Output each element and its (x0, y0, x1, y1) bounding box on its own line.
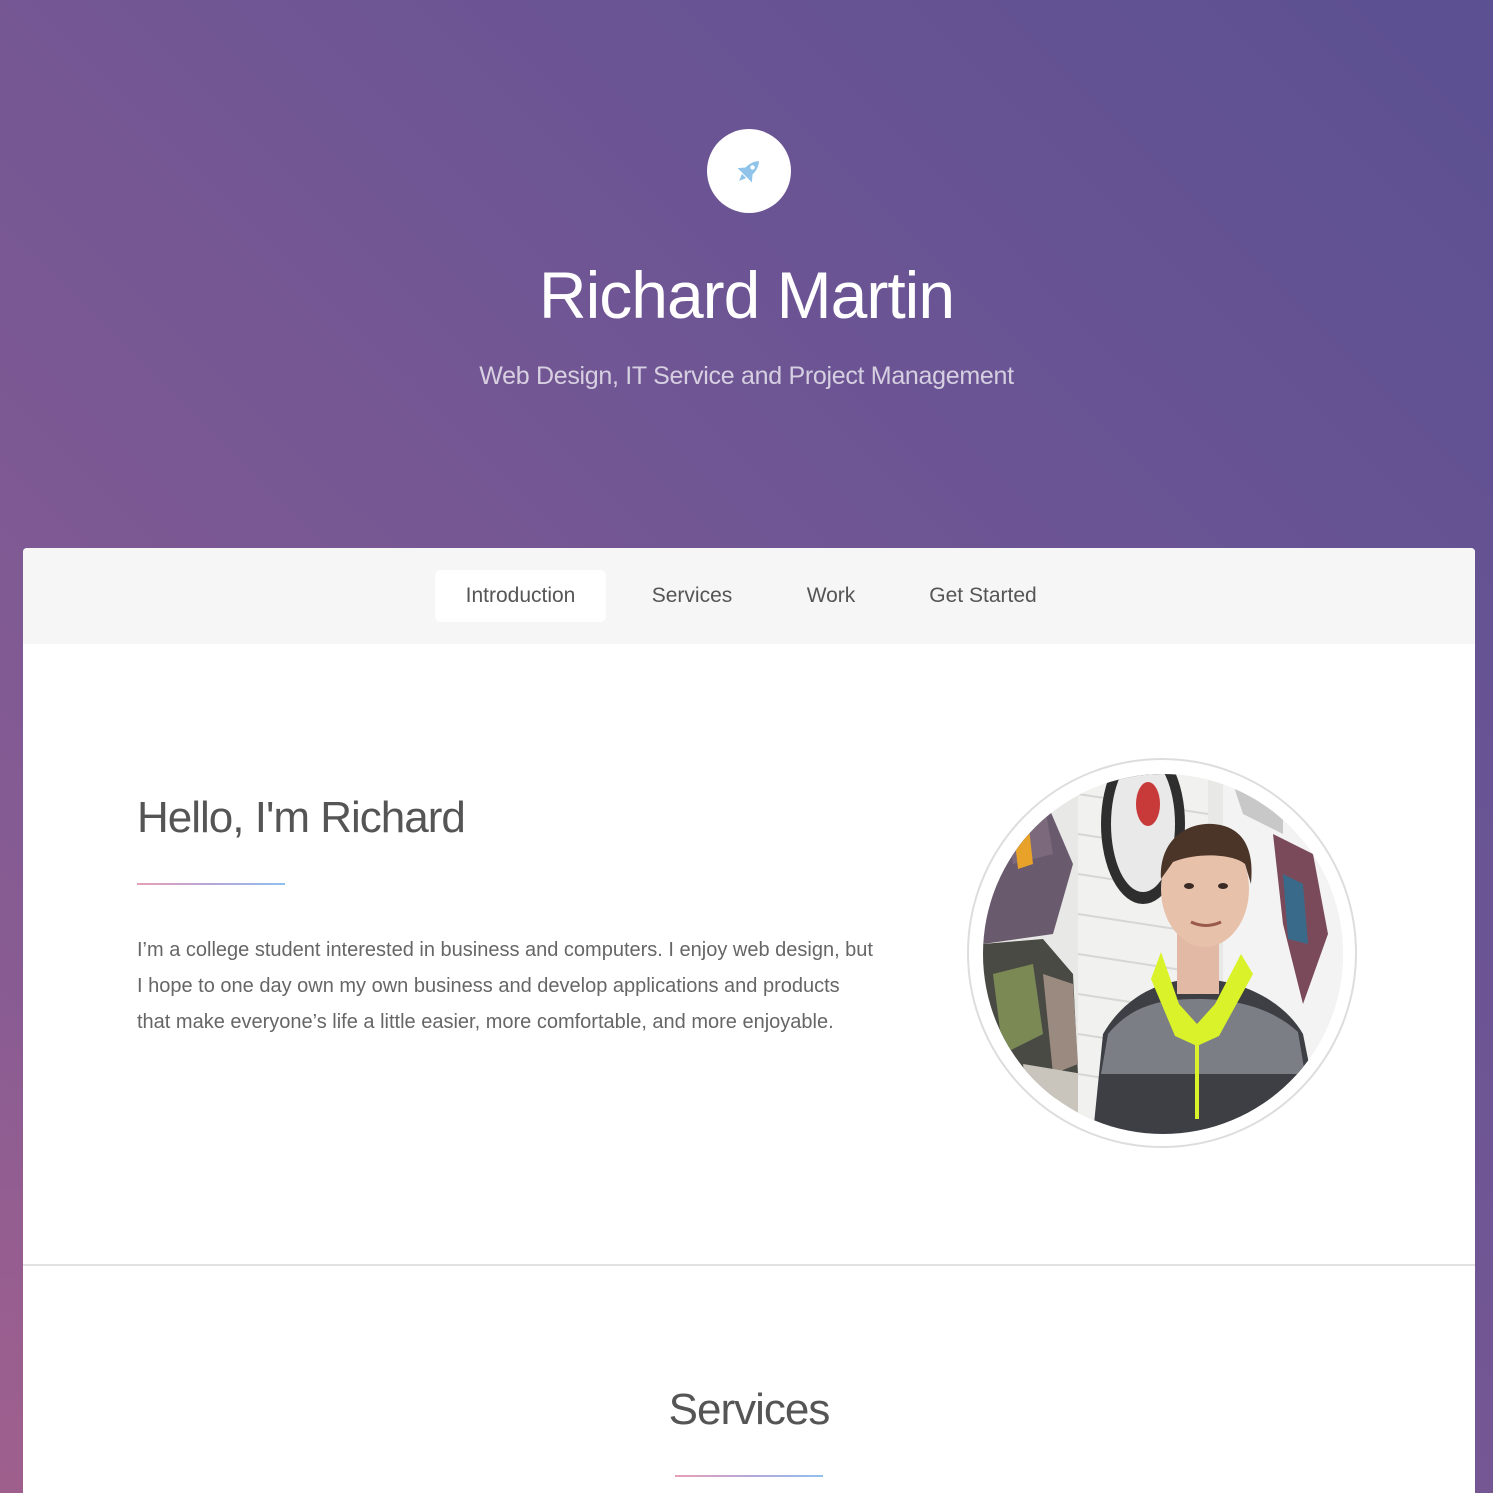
main-content: Introduction Services Work Get Started H… (23, 548, 1475, 1493)
nav-item-work[interactable]: Work (780, 570, 882, 622)
section-divider (23, 1264, 1475, 1266)
intro-text: I’m a college student interested in busi… (137, 939, 873, 1033)
services-accent-line (675, 1475, 823, 1477)
services-heading: Services (668, 1385, 831, 1434)
nav-item-get-started[interactable]: Get Started (908, 570, 1058, 622)
intro-accent-line (137, 883, 285, 885)
site-logo[interactable] (707, 129, 791, 213)
site-subtitle: Web Design, IT Service and Project Manag… (479, 362, 1014, 390)
profile-photo (983, 774, 1343, 1134)
nav-item-services[interactable]: Services (632, 570, 752, 622)
site-header: Richard Martin Web Design, IT Service an… (0, 0, 1493, 548)
site-title: Richard Martin (538, 258, 955, 332)
nav-item-introduction[interactable]: Introduction (435, 570, 606, 622)
intro-heading: Hello, I'm Richard (137, 793, 466, 842)
rocket-icon (737, 161, 759, 183)
section-nav: Introduction Services Work Get Started (23, 548, 1475, 644)
